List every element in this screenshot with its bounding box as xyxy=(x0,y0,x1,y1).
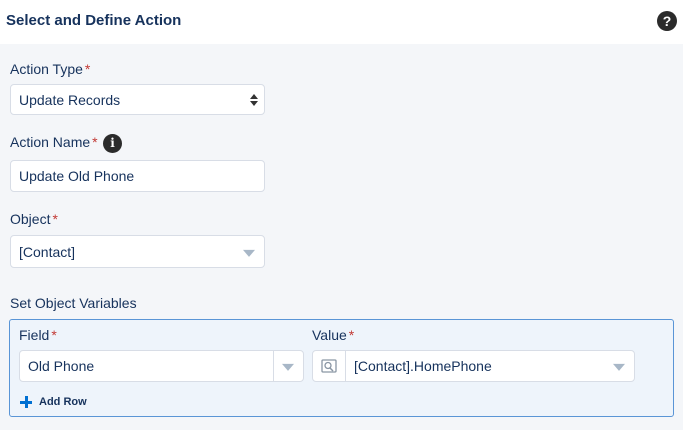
object-label: Object * xyxy=(10,211,58,227)
required-marker: * xyxy=(51,327,57,343)
action-type-label-text: Action Type xyxy=(10,61,83,77)
action-name-input[interactable]: Update Old Phone xyxy=(10,160,265,192)
chevron-down-icon[interactable] xyxy=(282,363,294,371)
add-row-button[interactable]: Add Row xyxy=(20,394,87,410)
value-value: [Contact].HomePhone xyxy=(354,358,492,374)
required-marker: * xyxy=(52,211,58,227)
panel-header: Select and Define Action ? xyxy=(0,0,683,44)
value-header-text: Value xyxy=(312,327,347,343)
action-type-value: Update Records xyxy=(19,91,121,108)
object-combobox[interactable]: [Contact] xyxy=(10,235,265,268)
add-row-label: Add Row xyxy=(39,396,87,408)
select-updown-icon xyxy=(250,93,258,106)
field-value: Old Phone xyxy=(28,358,95,374)
info-icon[interactable]: i xyxy=(103,134,122,153)
panel-title: Select and Define Action xyxy=(6,12,182,29)
help-icon[interactable]: ? xyxy=(657,11,677,31)
action-name-value: Update Old Phone xyxy=(19,168,135,184)
action-type-label: Action Type * xyxy=(10,61,90,77)
plus-icon xyxy=(20,396,32,408)
required-marker: * xyxy=(92,134,98,150)
field-reference-icon[interactable] xyxy=(321,359,337,373)
value-column-header: Value * xyxy=(312,327,354,343)
object-label-text: Object xyxy=(10,211,51,227)
action-name-label: Action Name * xyxy=(10,134,98,150)
chevron-down-icon[interactable] xyxy=(243,249,255,257)
action-name-label-text: Action Name xyxy=(10,134,91,150)
object-value: [Contact] xyxy=(19,243,76,260)
field-divider xyxy=(273,351,274,381)
chevron-down-icon[interactable] xyxy=(613,363,625,371)
action-type-select[interactable]: Update Records xyxy=(10,84,265,115)
value-combobox[interactable]: [Contact].HomePhone xyxy=(312,350,635,382)
value-divider xyxy=(345,351,346,381)
field-header-text: Field xyxy=(19,327,50,343)
field-column-header: Field * xyxy=(19,327,57,343)
required-marker: * xyxy=(84,61,91,77)
required-marker: * xyxy=(348,327,355,343)
object-variables-label: Set Object Variables xyxy=(10,295,137,311)
field-combobox[interactable]: Old Phone xyxy=(19,350,304,382)
